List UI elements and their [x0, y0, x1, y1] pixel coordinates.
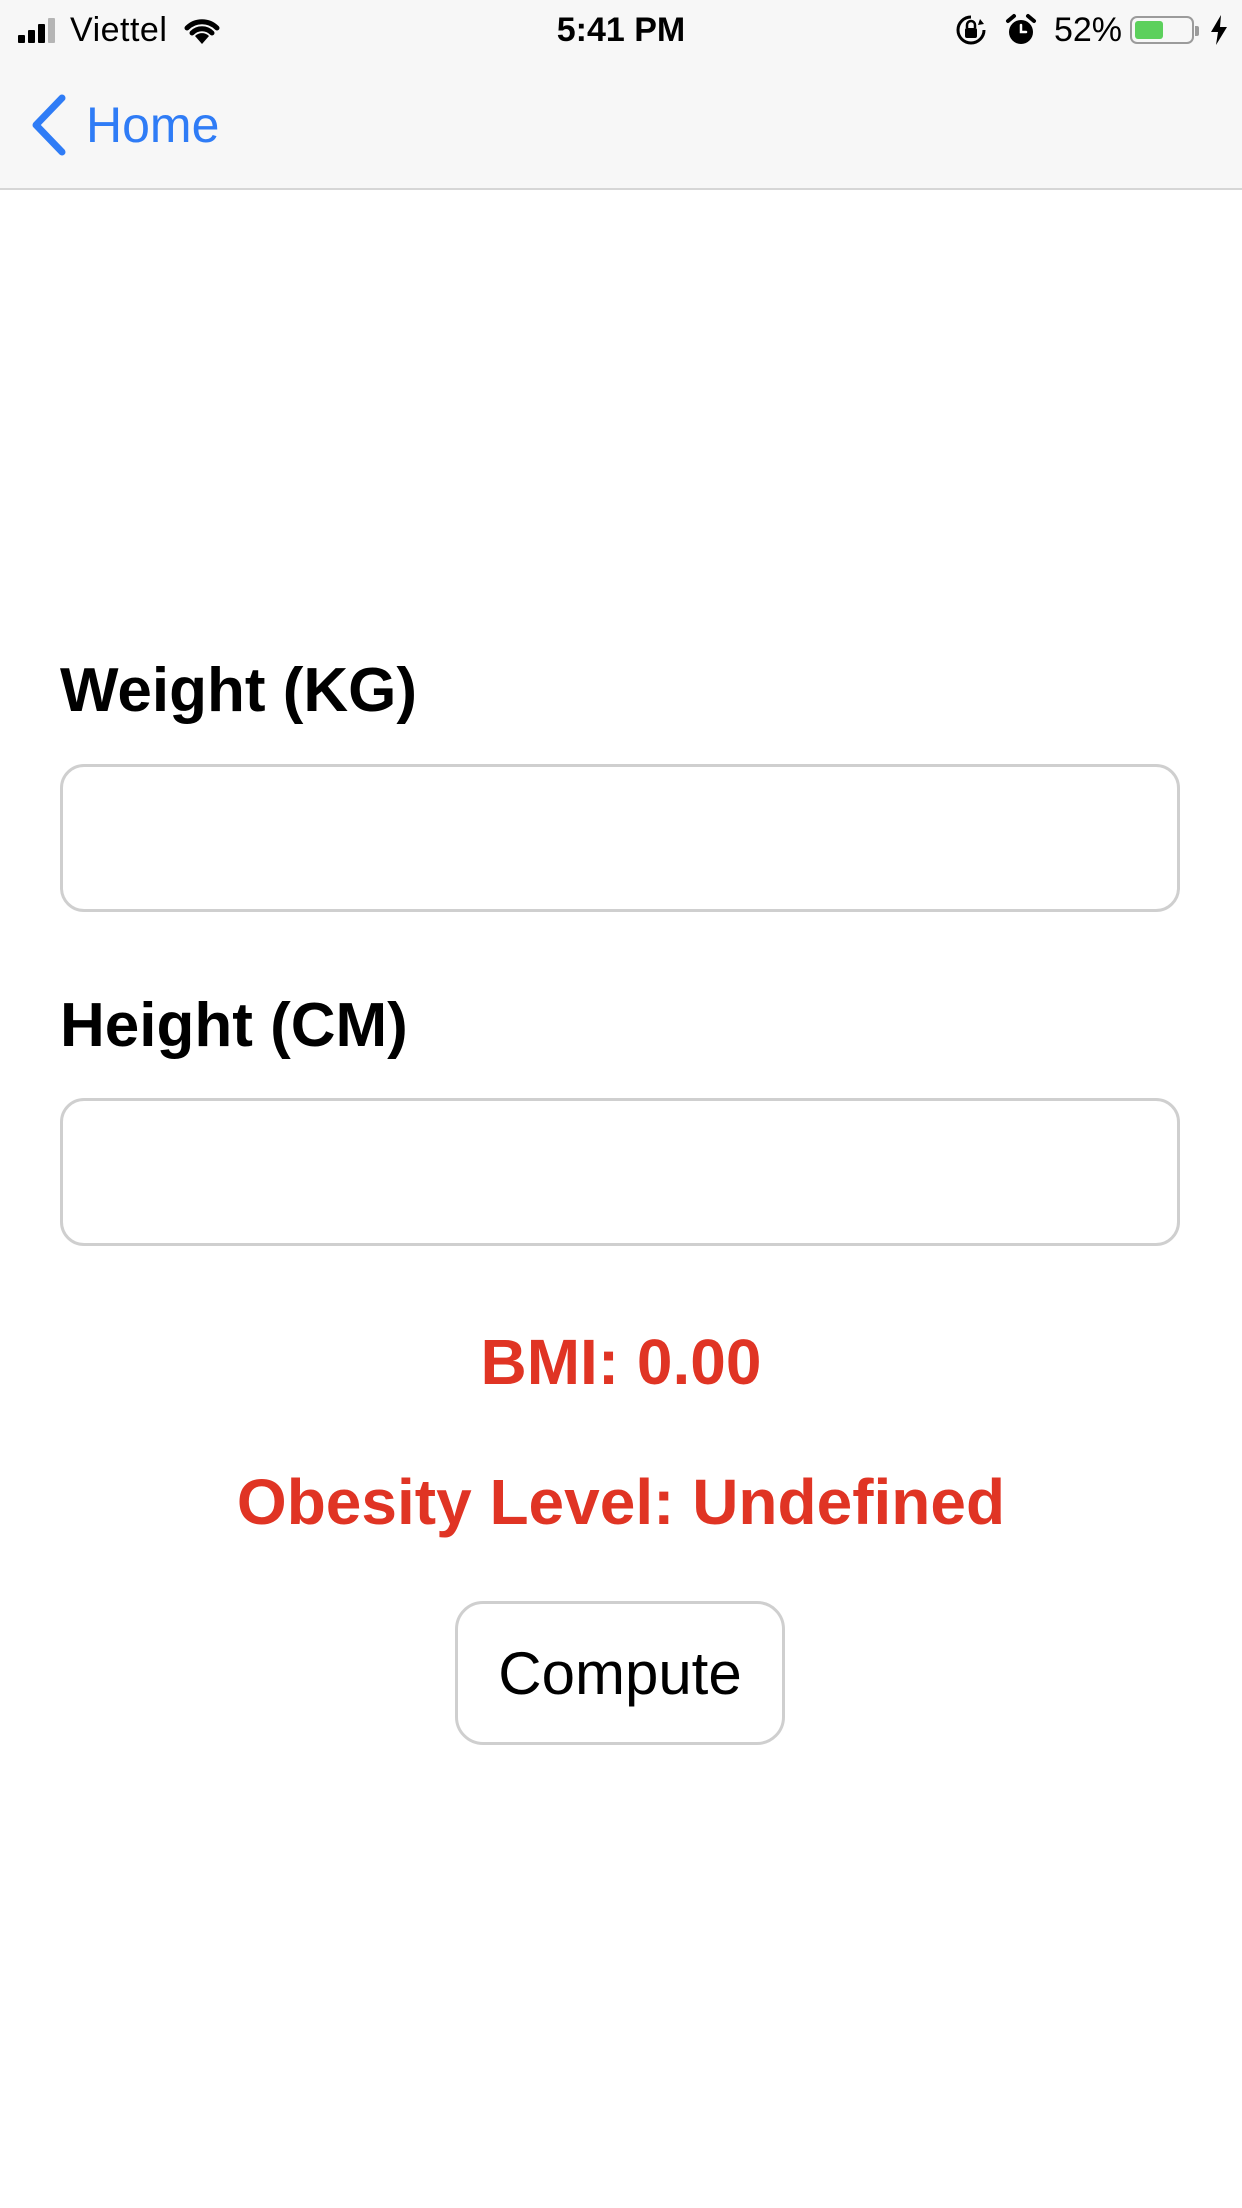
battery-fill	[1135, 21, 1163, 39]
status-bar: Viettel 5:41 PM 52%	[0, 0, 1242, 60]
rotation-lock-icon	[956, 15, 986, 45]
chevron-left-icon	[32, 94, 66, 156]
compute-button-label: Compute	[498, 1639, 742, 1707]
charging-bolt-icon	[1211, 15, 1227, 45]
compute-button[interactable]: Compute	[455, 1601, 785, 1745]
battery-icon	[1130, 16, 1199, 44]
status-right: 52%	[954, 8, 1230, 52]
height-input[interactable]	[60, 1098, 1180, 1246]
back-button-label: Home	[86, 97, 220, 153]
height-label: Height (CM)	[60, 991, 408, 1060]
navigation-bar: Home	[0, 60, 1242, 190]
weight-input[interactable]	[60, 764, 1180, 912]
battery-percent: 52%	[1053, 10, 1122, 49]
back-button[interactable]: Home	[28, 90, 219, 160]
alarm-icon	[1005, 14, 1036, 44]
weight-label: Weight (KG)	[60, 656, 418, 725]
bmi-result: BMI: 0.00	[480, 1326, 762, 1398]
obesity-level-result: Obesity Level: Undefined	[236, 1466, 1006, 1538]
